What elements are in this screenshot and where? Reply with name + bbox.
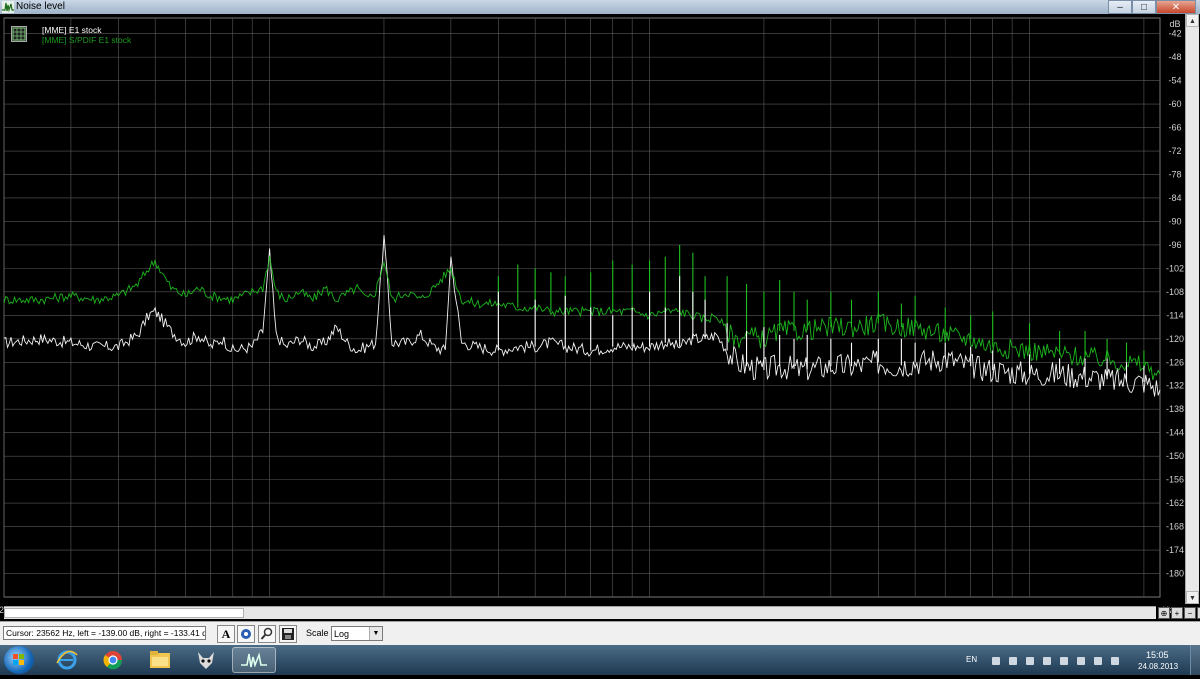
spectrum-app-icon	[241, 652, 267, 668]
tray-network-icon[interactable]	[992, 657, 1000, 665]
y-tick-label: -48	[1168, 52, 1181, 62]
y-tick-label: -138	[1166, 404, 1184, 414]
chrome-icon	[103, 651, 123, 670]
y-tick-label: -174	[1166, 545, 1184, 555]
zoom-fit-icon[interactable]: ⊕	[1158, 607, 1170, 619]
y-tick-label: -96	[1168, 240, 1181, 250]
noise-level-plot[interactable]: -42 -48 -54 -60 -66 -72 -78 -84 -90 -96 -102 -108 -1…	[0, 14, 1200, 621]
taskbar-alien[interactable]	[184, 647, 228, 673]
vertical-scrollbar[interactable]: ▲ ▼	[1185, 14, 1199, 604]
chart-legend: [MME] E1 stock [MME] S/PDIF E1 stock	[42, 25, 131, 45]
scroll-up-arrow-icon[interactable]: ▲	[1186, 14, 1199, 27]
windows-taskbar: EN 15:05 24.08.2013	[0, 645, 1200, 675]
zoom-in-icon[interactable]: +	[1171, 607, 1183, 619]
floppy-disk-icon	[282, 628, 294, 640]
scroll-down-arrow-icon[interactable]: ▼	[1186, 591, 1199, 604]
y-tick-label: -60	[1168, 99, 1181, 109]
taskbar-folder[interactable]	[138, 647, 182, 673]
y-tick-label: -168	[1166, 522, 1184, 532]
y-unit-label: dB	[1169, 19, 1180, 29]
y-tick-label: -132	[1166, 381, 1184, 391]
y-tick-label: -144	[1166, 428, 1184, 438]
y-tick-label: -54	[1168, 76, 1181, 86]
y-tick-label: -66	[1168, 123, 1181, 133]
clock-time[interactable]: 15:05	[1146, 650, 1169, 660]
zoom-out-icon[interactable]: −	[1184, 607, 1196, 619]
y-tick-label: -72	[1168, 146, 1181, 156]
alien-app-icon	[198, 652, 214, 669]
spectrum-chart[interactable]: -42 -48 -54 -60 -66 -72 -78 -84 -90 -96 -102 -108 -1…	[0, 14, 1200, 621]
tray-display-icon[interactable]	[1009, 657, 1017, 665]
cursor-readout: Cursor: 23562 Hz, left = -139.00 dB, rig…	[3, 626, 206, 640]
tray-flag-icon[interactable]	[1111, 657, 1119, 665]
horizontal-scrollbar[interactable]	[4, 606, 1156, 619]
y-tick-label: -42	[1168, 29, 1181, 39]
taskbar-ie[interactable]	[45, 647, 89, 673]
explorer-ie-icon	[56, 650, 78, 670]
start-button[interactable]	[4, 646, 34, 674]
y-tick-label: -120	[1166, 334, 1184, 344]
save-button[interactable]	[279, 625, 297, 643]
show-desktop-button[interactable]	[1190, 645, 1200, 675]
y-tick-label: -126	[1166, 357, 1184, 367]
status-bar: Cursor: 23562 Hz, left = -139.00 dB, rig…	[0, 621, 1200, 646]
tray-monitor-icon[interactable]	[1026, 657, 1034, 665]
y-tick-label: -108	[1166, 287, 1184, 297]
y-tick-label: -90	[1168, 216, 1181, 226]
magnifier-icon	[260, 627, 273, 640]
legend-entry-green: [MME] S/PDIF E1 stock	[42, 35, 132, 45]
scale-select[interactable]: Log ▼	[331, 626, 383, 641]
chevron-down-icon: ▼	[369, 627, 382, 640]
taskbar-chrome[interactable]	[91, 647, 135, 673]
window-title: Noise level	[16, 1, 65, 12]
y-tick-label: -150	[1166, 451, 1184, 461]
legend-entry-white: [MME] E1 stock	[42, 25, 102, 35]
settings-gear-button[interactable]	[237, 625, 255, 643]
folder-icon	[150, 651, 170, 668]
spectrum-app-icon	[2, 1, 14, 13]
scale-label: Scale	[306, 628, 329, 638]
scale-select-value: Log	[334, 629, 350, 639]
clock-date[interactable]: 24.08.2013	[1138, 662, 1178, 671]
grid-icon[interactable]	[11, 26, 27, 42]
tray-usb-icon[interactable]	[1060, 657, 1068, 665]
taskbar-spectrum[interactable]	[232, 647, 276, 673]
y-tick-label: -114	[1166, 310, 1183, 320]
minimize-button[interactable]: –	[1108, 0, 1132, 14]
horizontal-scroll-thumb[interactable]	[4, 608, 244, 618]
tray-bluetooth-icon[interactable]	[1043, 657, 1051, 665]
tray-volume-icon[interactable]	[1094, 657, 1102, 665]
gear-icon	[241, 629, 251, 639]
y-tick-label: -78	[1168, 169, 1181, 179]
windows-logo-icon	[13, 654, 24, 665]
y-tick-label: -102	[1166, 263, 1184, 273]
text-tool-button[interactable]: A	[217, 625, 235, 643]
y-tick-label: -162	[1166, 498, 1184, 508]
close-button[interactable]: ✕	[1156, 0, 1196, 14]
window-titlebar[interactable]: Noise level – □ ✕	[0, 0, 1200, 14]
tray-signal-icon[interactable]	[1077, 657, 1085, 665]
y-tick-label: -180	[1166, 569, 1184, 579]
language-indicator[interactable]: EN	[966, 655, 977, 664]
y-tick-label: -156	[1166, 475, 1184, 485]
maximize-button[interactable]: □	[1132, 0, 1156, 14]
zoom-tool-button[interactable]	[258, 625, 276, 643]
zoom-controls: ⊕ + − ×	[1158, 607, 1200, 619]
y-tick-label: -84	[1168, 193, 1181, 203]
